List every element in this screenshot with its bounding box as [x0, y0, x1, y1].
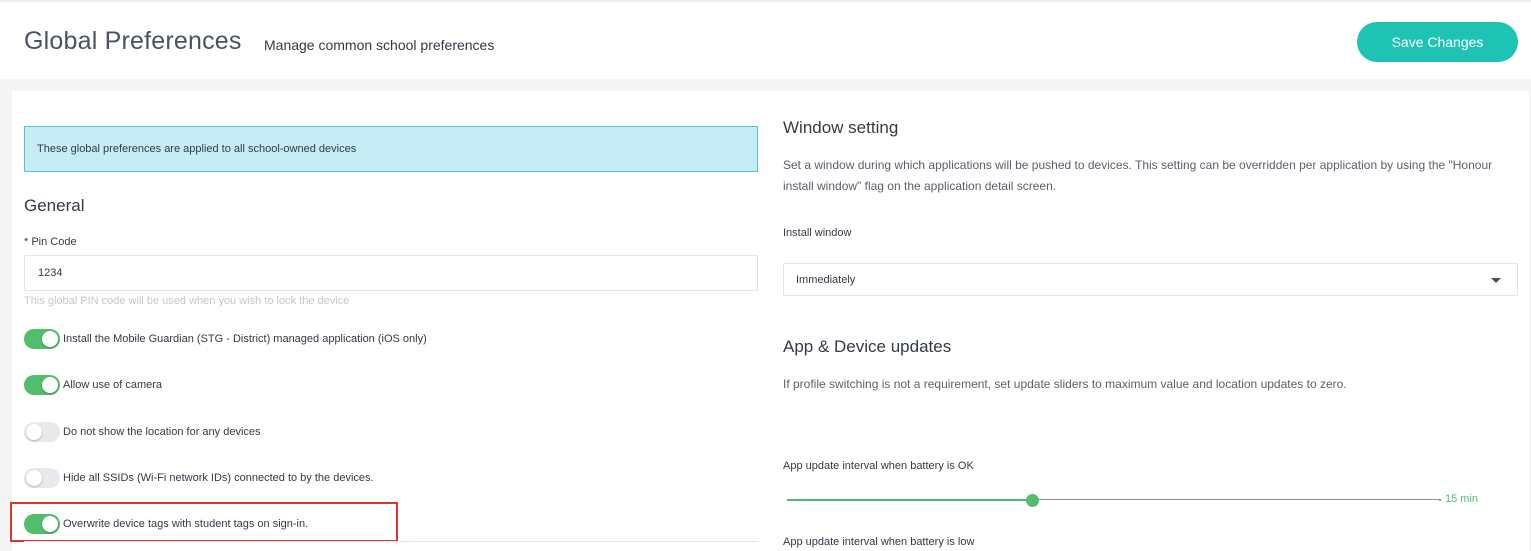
hide-ssids-label: Hide all SSIDs (Wi-Fi network IDs) conne… — [63, 472, 374, 484]
battery-ok-slider[interactable] — [787, 493, 1441, 507]
toggle-knob — [42, 377, 58, 393]
save-changes-button[interactable]: Save Changes — [1357, 22, 1518, 62]
battery-ok-label: App update interval when battery is OK — [783, 460, 974, 472]
install-window-value: Immediately — [796, 273, 856, 286]
hide-location-toggle[interactable] — [24, 422, 60, 442]
caret-down-icon — [1491, 278, 1501, 283]
toggle-row-allow-camera[interactable]: Allow use of camera — [24, 375, 162, 395]
pin-code-help: This global PIN code will be used when y… — [24, 295, 350, 307]
install-window-select[interactable]: Immediately — [783, 263, 1518, 296]
toggle-row-hide-location[interactable]: Do not show the location for any devices — [24, 422, 261, 442]
slider-end — [1439, 499, 1441, 501]
allow-camera-toggle[interactable] — [24, 375, 60, 395]
page-title: Global Preferences — [24, 27, 242, 55]
info-banner: These global preferences are applied to … — [24, 126, 758, 172]
slider-track — [1032, 499, 1439, 500]
window-setting-title: Window setting — [783, 118, 899, 137]
pin-code-input[interactable] — [24, 255, 758, 291]
slider-track-filled — [787, 499, 1032, 501]
toggle-knob — [26, 470, 42, 486]
install-window-label: Install window — [783, 227, 852, 239]
allow-camera-label: Allow use of camera — [63, 379, 163, 391]
updates-description: If profile switching is not a requiremen… — [783, 377, 1347, 391]
general-section-title: General — [24, 196, 85, 215]
updates-title: App & Device updates — [783, 337, 952, 356]
install-app-toggle[interactable] — [24, 329, 60, 349]
toggle-row-hide-ssids[interactable]: Hide all SSIDs (Wi-Fi network IDs) conne… — [24, 468, 374, 488]
highlight-box — [10, 502, 398, 542]
window-setting-description: Set a window during which applications w… — [783, 158, 1493, 193]
install-app-label: Install the Mobile Guardian (STG - Distr… — [63, 333, 427, 345]
battery-ok-value: 15 min — [1445, 493, 1479, 505]
section-divider — [24, 541, 758, 542]
hide-ssids-toggle[interactable] — [24, 468, 60, 488]
battery-low-label: App update interval when battery is low — [783, 536, 975, 548]
toggle-knob — [26, 424, 42, 440]
page-subtitle: Manage common school preferences — [264, 37, 495, 53]
pin-code-label: * Pin Code — [24, 236, 77, 248]
hide-location-label: Do not show the location for any devices — [63, 426, 261, 438]
toggle-row-install-app[interactable]: Install the Mobile Guardian (STG - Distr… — [24, 329, 427, 349]
toggle-knob — [42, 331, 58, 347]
page-header: Global Preferences Manage common school … — [0, 0, 1531, 79]
slider-thumb[interactable] — [1026, 494, 1039, 507]
